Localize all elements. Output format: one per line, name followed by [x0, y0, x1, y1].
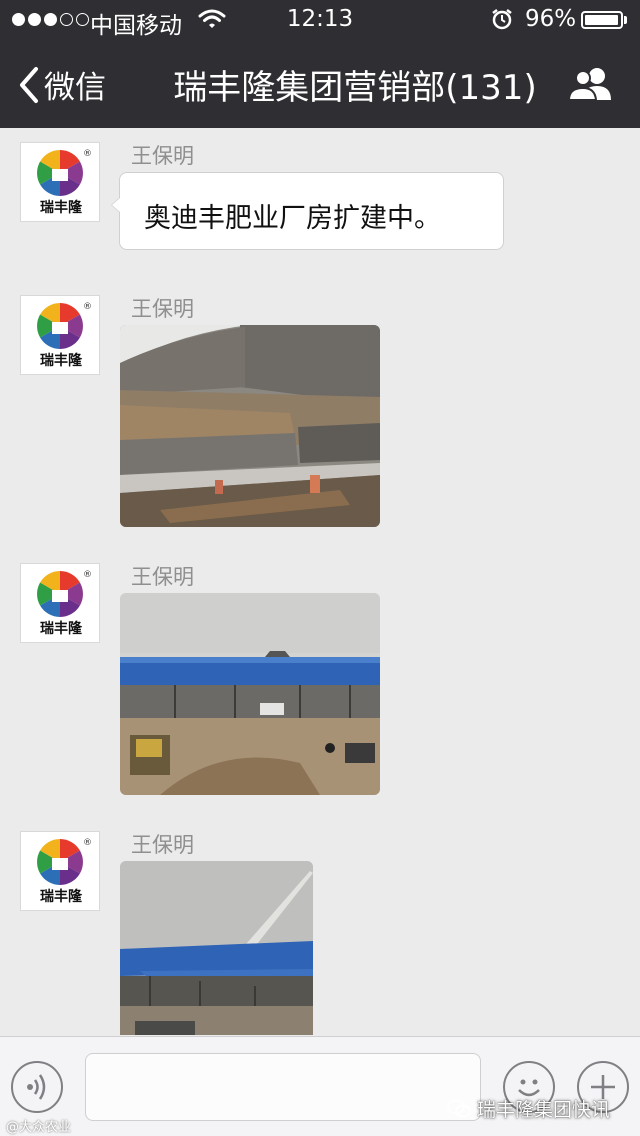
photo-message[interactable] — [120, 325, 380, 527]
photo-message[interactable] — [120, 593, 380, 795]
group-members-icon — [567, 68, 611, 101]
registered-mark-icon: ® — [83, 149, 92, 159]
registered-mark-icon: ® — [83, 838, 92, 848]
voice-button[interactable] — [11, 1061, 63, 1113]
photo-message[interactable] — [120, 861, 313, 1035]
top-bar: 中国移动 12:13 96% 微信 瑞丰隆集团营销部(131) — [0, 0, 640, 128]
message-input[interactable] — [85, 1053, 481, 1121]
avatar[interactable]: ® 瑞丰隆 — [20, 831, 100, 911]
watermark-left: @大众农业 — [6, 1120, 72, 1135]
alarm-icon — [491, 8, 513, 36]
avatar[interactable]: ® 瑞丰隆 — [20, 295, 100, 375]
avatar-brand-text: 瑞丰隆 — [40, 200, 82, 216]
battery-tip — [624, 16, 627, 24]
avatar[interactable]: ® 瑞丰隆 — [20, 563, 100, 643]
registered-mark-icon: ® — [83, 570, 92, 580]
logo-wheel-icon — [37, 839, 83, 885]
back-label: 微信 — [44, 70, 106, 106]
logo-wheel-icon — [37, 303, 83, 349]
sender-name: 王保明 — [131, 297, 194, 321]
watermark-right-text: 瑞丰隆集团快讯 — [477, 1099, 611, 1121]
logo-wheel-icon — [37, 150, 83, 196]
avatar[interactable]: ® 瑞丰隆 — [20, 142, 100, 222]
wechat-logo-icon — [447, 1099, 471, 1117]
group-members-button[interactable] — [566, 66, 616, 106]
battery-icon — [581, 11, 623, 29]
avatar-brand-text: 瑞丰隆 — [40, 889, 82, 905]
battery-fill — [585, 15, 618, 25]
battery-percent: 96% — [525, 6, 577, 32]
status-bar: 中国移动 12:13 96% — [0, 0, 640, 40]
watermark-right: 瑞丰隆集团快讯 — [447, 1095, 610, 1122]
avatar-brand-text: 瑞丰隆 — [40, 353, 82, 369]
registered-mark-icon: ® — [83, 302, 92, 312]
avatar-brand-text: 瑞丰隆 — [40, 621, 82, 637]
sender-name: 王保明 — [131, 144, 194, 168]
voice-icon — [27, 1074, 46, 1100]
message-text: 奥迪丰肥业厂房扩建中。 — [144, 203, 441, 234]
sender-name: 王保明 — [131, 565, 194, 589]
chat-title: 瑞丰隆集团营销部(131) — [173, 68, 537, 108]
logo-wheel-icon — [37, 571, 83, 617]
sender-name: 王保明 — [131, 833, 194, 857]
back-button[interactable]: 微信 — [18, 62, 106, 107]
text-bubble[interactable]: 奥迪丰肥业厂房扩建中。 — [111, 172, 504, 250]
chevron-left-icon — [20, 66, 38, 103]
